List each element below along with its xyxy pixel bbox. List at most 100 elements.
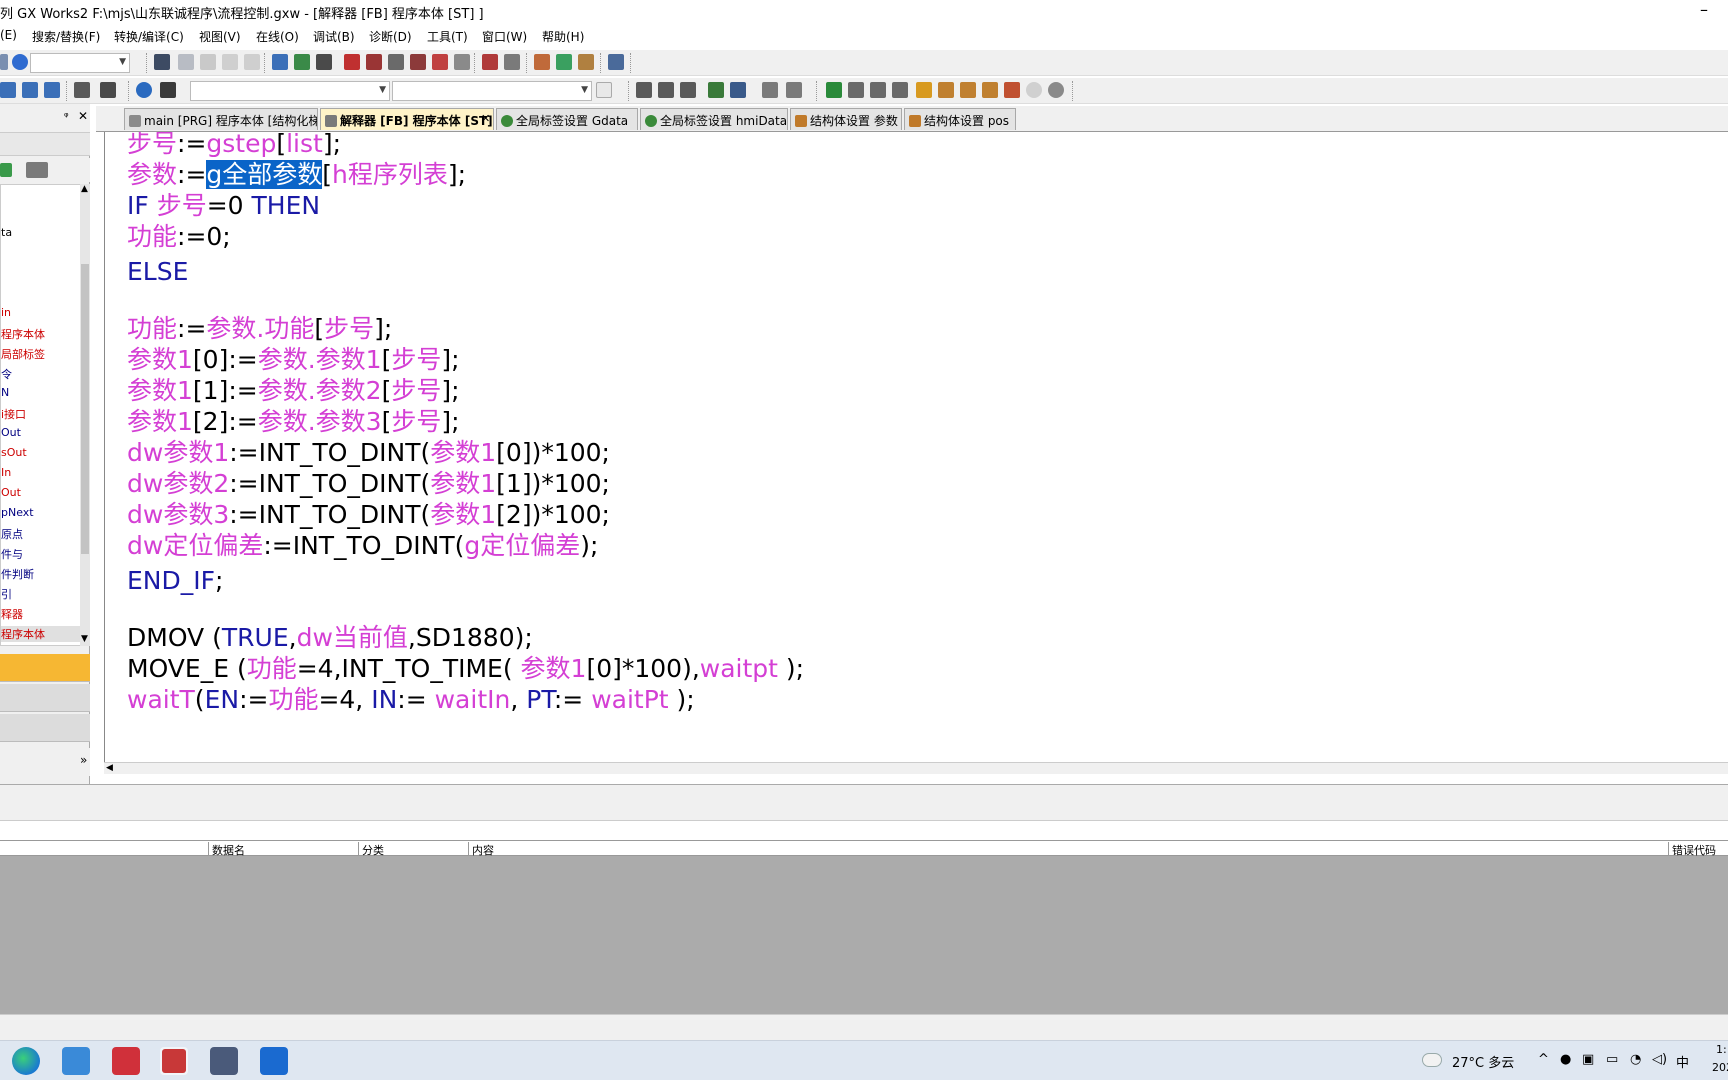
zoom-in-icon[interactable] — [1026, 82, 1042, 98]
app-red-icon[interactable] — [112, 1047, 140, 1075]
tree-item[interactable]: 局部标签 — [1, 346, 81, 362]
help-icon[interactable] — [12, 54, 28, 70]
redo-icon[interactable] — [244, 54, 260, 70]
online-icon[interactable] — [534, 54, 550, 70]
code-line[interactable]: 步号:=gstep[list]; — [127, 132, 341, 159]
copy-icon[interactable] — [178, 54, 194, 70]
code-line[interactable]: DMOV (TRUE,dw当前值,SD1880); — [127, 623, 533, 653]
tab-struct-params[interactable]: 结构体设置 参数 — [790, 108, 902, 130]
code-line[interactable]: 参数1[2]:=参数.参数3[步号]; — [127, 407, 460, 437]
toolbar-combo[interactable]: ▼ — [30, 53, 130, 73]
menu-view[interactable]: 视图(V) — [199, 28, 241, 45]
run-icon[interactable] — [556, 54, 572, 70]
block-icon[interactable] — [960, 82, 976, 98]
tab-close-icon[interactable]: ✕ — [481, 112, 490, 125]
step-icon[interactable] — [708, 82, 724, 98]
nav-section-project[interactable] — [0, 654, 90, 682]
menu-edit[interactable]: (E) — [0, 28, 17, 42]
table-icon[interactable] — [848, 82, 864, 98]
st-code-editor[interactable]: 步号:=gstep[list]; 参数:=g全部参数[h程序列表]; IF 步号… — [104, 132, 1728, 762]
code-line[interactable]: IF 步号=0 THEN — [127, 191, 320, 221]
menu-tools[interactable]: 工具(T) — [427, 28, 468, 45]
grid-icon[interactable] — [316, 54, 332, 70]
clock-time[interactable]: 1: — [1716, 1043, 1727, 1056]
replace-icon[interactable] — [432, 54, 448, 70]
tree-item[interactable]: N — [1, 386, 81, 399]
trace-icon[interactable] — [100, 82, 116, 98]
menu-search[interactable]: 搜索/替换(F) — [32, 28, 100, 45]
tab-main-prg[interactable]: main [PRG] 程序本体 [结构化梯... — [124, 108, 318, 130]
block-icon[interactable] — [938, 82, 954, 98]
tree-item[interactable]: 释器 — [1, 606, 81, 622]
refresh-icon[interactable] — [0, 163, 12, 177]
scroll-thumb[interactable] — [81, 264, 89, 554]
tree-item[interactable]: 引 — [1, 586, 81, 602]
app-window-icon[interactable] — [210, 1047, 238, 1075]
weather-cloud-icon[interactable] — [1422, 1053, 1442, 1067]
clock-date[interactable]: 202 — [1712, 1061, 1728, 1074]
close-icon[interactable]: ✕ — [78, 109, 88, 123]
code-line[interactable]: waitT(EN:=功能=4, IN:= waitIn, PT:= waitPt… — [127, 685, 695, 715]
zoom-find-icon[interactable] — [870, 82, 886, 98]
contact-icon[interactable] — [636, 82, 652, 98]
scroll-left-icon[interactable]: ◀ — [106, 763, 113, 773]
tree-item[interactable]: Out — [1, 426, 81, 439]
gx-works-taskbar-button[interactable] — [160, 1047, 188, 1075]
nav-scrollbar[interactable]: ▲ ▼ — [80, 184, 90, 646]
code-line[interactable]: 参数1[0]:=参数.参数1[步号]; — [127, 345, 460, 375]
tree-item[interactable]: ta — [1, 226, 81, 239]
menu-window[interactable]: 窗口(W) — [482, 28, 527, 45]
line-icon[interactable] — [680, 82, 696, 98]
code-line[interactable]: END_IF; — [127, 566, 223, 596]
show-hidden-icons-chevron-icon[interactable]: ^ — [1538, 1052, 1549, 1067]
tab-global-hmidata[interactable]: 全局标签设置 hmiData — [640, 108, 788, 130]
tree-item[interactable]: 令 — [1, 366, 81, 382]
weather-text[interactable]: 27°C 多云 — [1452, 1052, 1514, 1071]
menu-online[interactable]: 在线(O) — [256, 28, 299, 45]
tree-item[interactable]: 程序本体 — [1, 326, 81, 342]
ime-indicator[interactable]: 中 — [1676, 1052, 1689, 1071]
monitor-icon[interactable] — [294, 54, 310, 70]
cross-ref-icon[interactable] — [454, 54, 470, 70]
tree-item-selected[interactable]: 程序本体 — [1, 626, 81, 642]
minimize-button[interactable]: – — [1700, 0, 1708, 19]
toolbar-combo[interactable]: ▼ — [392, 81, 592, 101]
menu-convert[interactable]: 转换/编译(C) — [114, 28, 184, 45]
tree-item[interactable]: 件与 — [1, 546, 81, 562]
coil-icon[interactable] — [658, 82, 674, 98]
forward-icon[interactable] — [826, 82, 842, 98]
write-icon[interactable] — [344, 54, 360, 70]
paste-icon[interactable] — [200, 54, 216, 70]
stop-icon[interactable] — [578, 54, 594, 70]
tab-interpreter-st[interactable]: 解释器 [FB] 程序本体 [ST] ✕ — [320, 108, 494, 130]
tree-item[interactable]: In — [1, 466, 81, 479]
col-data-name[interactable]: 数据名 — [208, 842, 245, 857]
code-line[interactable]: MOVE_E (功能=4,INT_TO_TIME( 参数1[0]*100),wa… — [127, 654, 804, 684]
code-line[interactable]: 功能:=参数.功能[步号]; — [127, 314, 392, 344]
menu-diagnose[interactable]: 诊断(D) — [369, 28, 412, 45]
code-line[interactable]: 功能:=0; — [127, 222, 231, 252]
col-category[interactable]: 分类 — [358, 842, 384, 857]
dev-icon[interactable] — [44, 82, 60, 98]
tree-item[interactable]: i接口 — [1, 406, 81, 422]
verify-icon[interactable] — [388, 54, 404, 70]
zoom-find-icon[interactable] — [892, 82, 908, 98]
col-content[interactable]: 内容 — [468, 842, 494, 857]
delete-block-icon[interactable] — [1004, 82, 1020, 98]
tree-item[interactable]: in — [1, 306, 81, 319]
scroll-down-icon[interactable]: ▼ — [81, 634, 88, 644]
toolbar-combo[interactable]: ▼ — [190, 81, 390, 101]
menu-debug[interactable]: 调试(B) — [313, 28, 355, 45]
jump-icon[interactable] — [730, 82, 746, 98]
battery-icon[interactable] — [916, 82, 932, 98]
code-line[interactable]: dw参数1:=INT_TO_DINT(参数1[0])*100; — [127, 438, 610, 468]
nav-section-connection[interactable] — [0, 714, 90, 742]
code-line[interactable]: 参数1[1]:=参数.参数2[步号]; — [127, 376, 460, 406]
code-line[interactable]: dw定位偏差:=INT_TO_DINT(g定位偏差); — [127, 531, 598, 561]
code-line[interactable]: dw参数2:=INT_TO_DINT(参数1[1])*100; — [127, 469, 610, 499]
toolbar-partial-icon[interactable] — [0, 54, 8, 70]
comment-icon[interactable] — [762, 82, 778, 98]
wifi-icon[interactable]: ◔ — [1630, 1052, 1641, 1067]
network-security-icon[interactable]: ▣ — [1582, 1052, 1594, 1067]
video-app-icon[interactable] — [260, 1047, 288, 1075]
